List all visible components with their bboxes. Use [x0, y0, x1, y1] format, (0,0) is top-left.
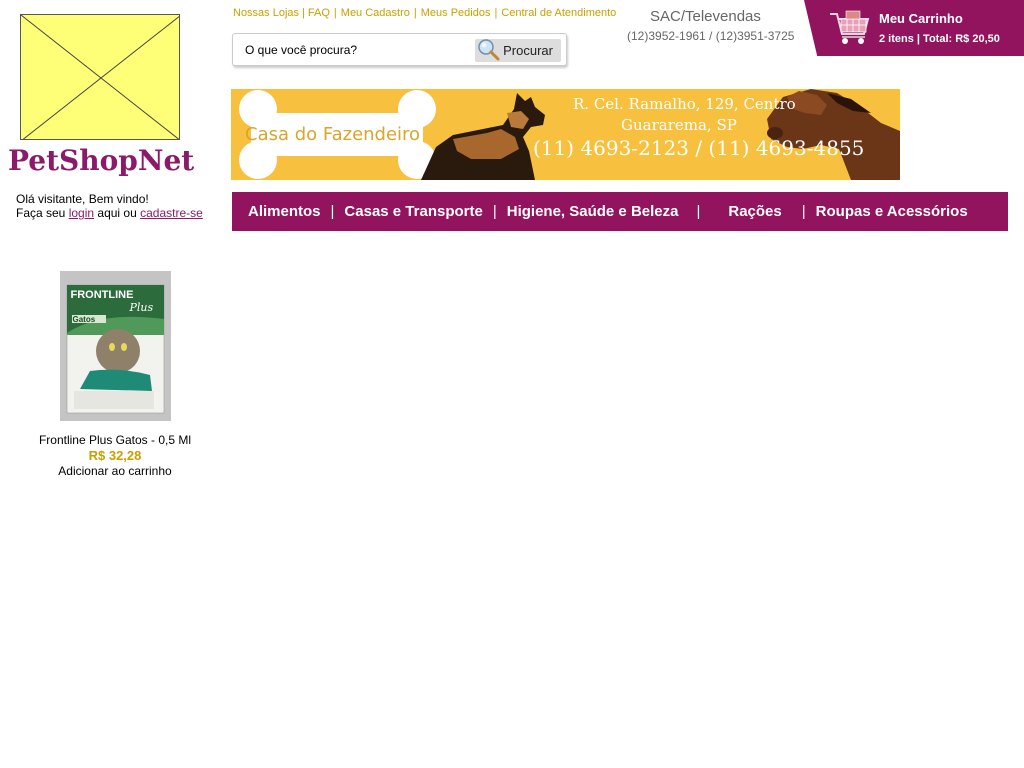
store-banner[interactable]: Casa do Fazendeiro R. Cel. Ramalho, 129,…	[231, 89, 900, 180]
top-link-nossas-lojas[interactable]: Nossas Lojas	[233, 7, 299, 19]
greeting-login-line: Faça seu login aqui ou cadastre-se	[16, 206, 203, 220]
product-image-label: Gatos	[72, 315, 96, 324]
nav-divider: |	[330, 203, 335, 220]
top-links: Nossas Lojas | FAQ | Meu Cadastro | Meus Pedid…	[233, 7, 616, 19]
nav-item-alimentos[interactable]: Alimentos	[248, 203, 321, 220]
category-nav: Alimentos | Casas e Transporte | Higiene…	[232, 192, 1008, 231]
magnifier-icon	[477, 38, 501, 65]
nav-item-roupas-acessorios[interactable]: Roupas e Acessórios	[816, 203, 968, 220]
product-image-sub: Plus	[129, 301, 154, 314]
greeting-prefix: Faça seu	[16, 206, 66, 220]
top-link-meus-pedidos[interactable]: Meus Pedidos	[421, 7, 491, 19]
logo-text: PetShopNet	[8, 144, 195, 177]
sac-phones: (12)3952-1961 / (12)3951-3725	[627, 29, 795, 43]
greeting-middle: aqui ou	[97, 206, 137, 220]
greeting-welcome: Olá visitante, Bem vindo!	[16, 192, 149, 206]
divider: |	[413, 7, 417, 19]
product-price: R$ 32,28	[88, 448, 142, 463]
login-link[interactable]: login	[69, 206, 94, 220]
cart-summary: 2 itens | Total: R$ 20,50	[879, 33, 1000, 45]
search-button[interactable]: Procurar	[475, 39, 561, 62]
banner-store-name: Casa do Fazendeiro	[245, 124, 421, 145]
top-link-faq[interactable]: FAQ	[308, 7, 330, 19]
product-image-brand: FRONTLINE	[70, 289, 134, 301]
product-card: FRONTLINE Plus Gatos Frontline Plus Gato…	[20, 271, 210, 478]
greeting: Olá visitante, Bem vindo! Faça seu login…	[16, 192, 203, 220]
cart-widget[interactable]: Meu Carrinho 2 itens | Total: R$ 20,50	[804, 0, 1024, 56]
product-image[interactable]: FRONTLINE Plus Gatos	[59, 271, 171, 421]
nav-divider: |	[492, 203, 497, 220]
cart-title[interactable]: Meu Carrinho	[879, 11, 963, 26]
banner-address-line1: R. Cel. Ramalho, 129, Centro	[573, 95, 796, 113]
nav-divider: |	[696, 203, 701, 220]
product-name[interactable]: Frontline Plus Gatos - 0,5 Ml	[20, 433, 210, 447]
search-button-label: Procurar	[503, 43, 553, 58]
divider: |	[302, 7, 305, 19]
shopping-cart-icon	[828, 8, 872, 48]
add-to-cart-link[interactable]: Adicionar ao carrinho	[20, 464, 210, 478]
logo-image-placeholder	[20, 14, 180, 140]
sac-title: SAC/Televendas	[650, 8, 761, 25]
banner-address-line2: Guararema, SP	[621, 116, 737, 134]
nav-item-casas-transporte[interactable]: Casas e Transporte	[344, 203, 482, 220]
search-bar: Procurar	[232, 33, 567, 66]
logo[interactable]: PetShopNet	[8, 14, 206, 177]
search-input[interactable]	[245, 41, 455, 59]
top-link-central-atendimento[interactable]: Central de Atendimento	[501, 7, 616, 19]
nav-item-racoes[interactable]: Rações	[728, 203, 781, 220]
divider: |	[494, 7, 498, 19]
top-link-meu-cadastro[interactable]: Meu Cadastro	[341, 7, 410, 19]
nav-divider: |	[801, 203, 806, 220]
signup-link[interactable]: cadastre-se	[140, 206, 203, 220]
banner-phones: (11) 4693-2123 / (11) 4693-4855	[533, 136, 865, 160]
dog-image	[421, 93, 545, 180]
divider: |	[333, 7, 337, 19]
nav-item-higiene-saude-beleza[interactable]: Higiene, Saúde e Beleza	[507, 203, 679, 220]
